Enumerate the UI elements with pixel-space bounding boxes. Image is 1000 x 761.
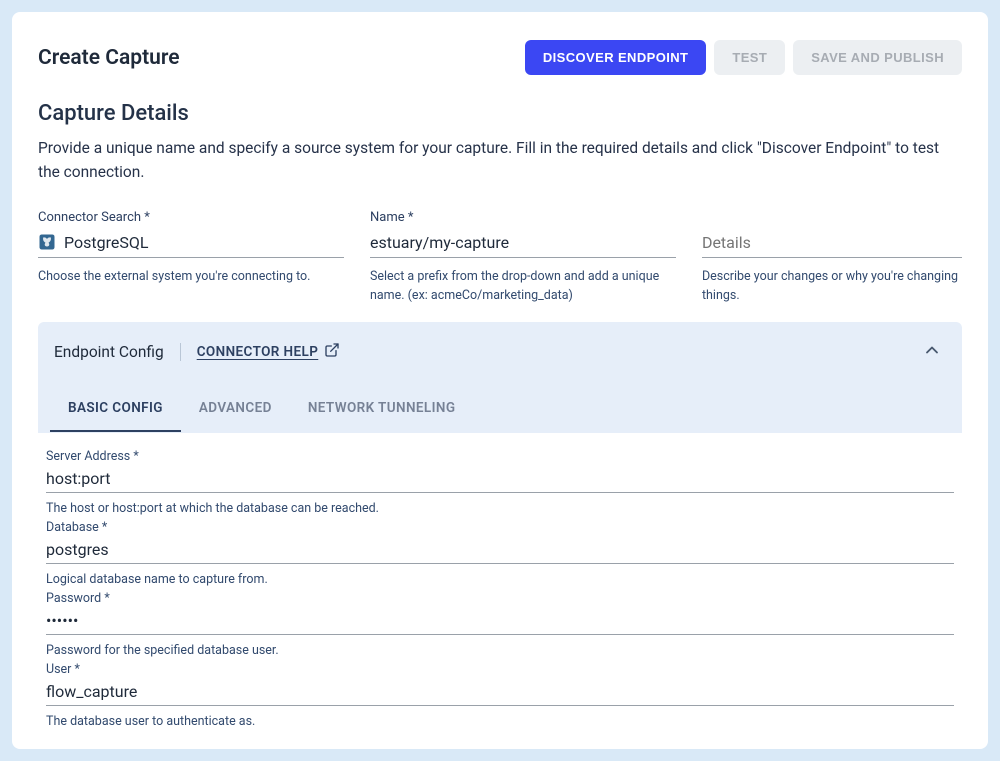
endpoint-config-panel: Endpoint Config CONNECTOR HELP B [38, 322, 962, 737]
user-help: The database user to authenticate as. [46, 714, 954, 729]
connector-search-help: Choose the external system you're connec… [38, 268, 344, 287]
password-label: Password * [46, 591, 954, 606]
name-column: Name * Select a prefix from the drop-dow… [370, 210, 676, 306]
server-address-field: Server Address * The host or host:port a… [46, 449, 954, 516]
header-row: Create Capture DISCOVER ENDPOINT TEST SA… [38, 40, 962, 75]
capture-details-title: Capture Details [38, 101, 962, 126]
endpoint-form-body: Server Address * The host or host:port a… [38, 433, 962, 737]
create-capture-card: Create Capture DISCOVER ENDPOINT TEST SA… [12, 12, 988, 749]
connector-search-input-wrap[interactable] [38, 225, 344, 258]
user-input[interactable] [46, 677, 954, 706]
connector-search-label: Connector Search * [38, 210, 344, 225]
endpoint-config-header: Endpoint Config CONNECTOR HELP [38, 322, 962, 382]
name-label: Name * [370, 210, 676, 225]
collapse-toggle[interactable] [918, 336, 946, 368]
server-address-label: Server Address * [46, 449, 954, 464]
top-fields-row: Connector Search * Choose the external s… [38, 210, 962, 306]
connector-help-label: CONNECTOR HELP [197, 344, 319, 360]
connector-search-column: Connector Search * Choose the external s… [38, 210, 344, 306]
password-field: Password * Password for the specified da… [46, 591, 954, 658]
postgresql-icon [38, 233, 56, 251]
name-input[interactable] [370, 233, 676, 252]
details-help: Describe your changes or why you're chan… [702, 268, 962, 306]
details-input[interactable] [702, 233, 962, 252]
connector-search-input[interactable] [64, 233, 344, 252]
endpoint-config-title: Endpoint Config [54, 343, 181, 361]
external-link-icon [324, 342, 340, 362]
user-field: User * The database user to authenticate… [46, 662, 954, 729]
tab-advanced[interactable]: ADVANCED [181, 386, 290, 432]
database-input[interactable] [46, 535, 954, 564]
header-actions: DISCOVER ENDPOINT TEST SAVE AND PUBLISH [525, 40, 962, 75]
tab-network-tunneling[interactable]: NETWORK TUNNELING [290, 386, 474, 432]
database-field: Database * Logical database name to capt… [46, 520, 954, 587]
name-input-wrap[interactable] [370, 225, 676, 258]
user-label: User * [46, 662, 954, 677]
details-input-wrap[interactable] [702, 225, 962, 258]
tab-basic-config[interactable]: BASIC CONFIG [50, 386, 181, 432]
database-help: Logical database name to capture from. [46, 572, 954, 587]
database-label: Database * [46, 520, 954, 535]
name-help: Select a prefix from the drop-down and a… [370, 268, 676, 306]
password-input[interactable] [46, 606, 954, 635]
config-tabs: BASIC CONFIG ADVANCED NETWORK TUNNELING [50, 382, 950, 433]
password-help: Password for the specified database user… [46, 643, 954, 658]
capture-details-desc: Provide a unique name and specify a sour… [38, 136, 958, 184]
server-address-help: The host or host:port at which the datab… [46, 501, 954, 516]
test-button[interactable]: TEST [714, 40, 785, 75]
discover-endpoint-button[interactable]: DISCOVER ENDPOINT [525, 40, 706, 75]
details-column: x Describe your changes or why you're ch… [702, 210, 962, 306]
save-and-publish-button[interactable]: SAVE AND PUBLISH [793, 40, 962, 75]
server-address-input[interactable] [46, 464, 954, 493]
page-title: Create Capture [38, 46, 180, 70]
connector-help-link[interactable]: CONNECTOR HELP [197, 342, 341, 362]
